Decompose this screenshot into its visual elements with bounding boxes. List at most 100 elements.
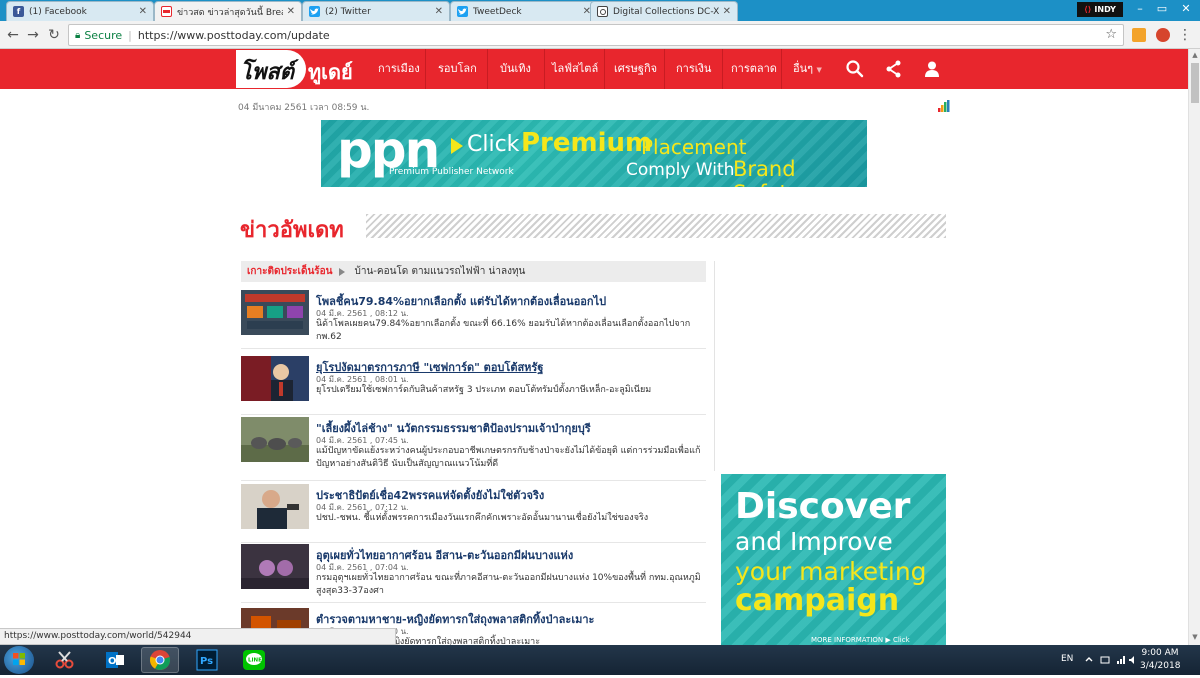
omnibox-separator: | bbox=[128, 28, 132, 42]
svg-text:O: O bbox=[108, 656, 117, 667]
start-button[interactable] bbox=[4, 646, 34, 674]
line-icon: LINE bbox=[243, 650, 265, 670]
news-summary: นิด้าโพลเผยคน79.84%อยากเลือกตั้ง ขณะที่ … bbox=[316, 319, 691, 342]
news-thumbnail[interactable] bbox=[241, 544, 309, 589]
scroll-up-icon[interactable]: ▲ bbox=[1190, 51, 1200, 59]
url-text[interactable]: https://www.posttoday.com/update bbox=[138, 29, 330, 42]
svg-text:Ps: Ps bbox=[200, 656, 213, 667]
input-language[interactable]: EN bbox=[1061, 654, 1073, 664]
tweetdeck-icon bbox=[457, 6, 468, 17]
hot-topic-link[interactable]: บ้าน-คอนโด ตามแนวรถไฟฟ้า น่าลงทุน bbox=[355, 264, 526, 279]
triangle-right-icon bbox=[338, 267, 345, 276]
nav-separator bbox=[604, 49, 605, 89]
extension-icon[interactable] bbox=[1156, 28, 1170, 42]
clock-time[interactable]: 9:00 AM bbox=[1140, 648, 1180, 658]
nav-item-world[interactable]: รอบโลก bbox=[438, 49, 477, 89]
tab-title: ข่าวสด ข่าวล่าสุดวันนี้ Breaking bbox=[177, 7, 283, 18]
nav-item-more[interactable]: อื่นๆ ▼ bbox=[793, 49, 822, 89]
close-tab-icon[interactable]: ✕ bbox=[435, 6, 443, 17]
stats-bars-icon[interactable] bbox=[938, 100, 950, 112]
nav-item-more-label: อื่นๆ bbox=[793, 62, 814, 75]
volume-icon[interactable] bbox=[1128, 655, 1138, 665]
close-tab-icon[interactable]: ✕ bbox=[723, 6, 731, 17]
ad-line-marketing: your marketing bbox=[735, 557, 927, 586]
forward-button[interactable]: → bbox=[24, 26, 42, 44]
back-button[interactable]: ← bbox=[4, 26, 22, 44]
search-icon[interactable] bbox=[845, 59, 865, 79]
tray-chevron-icon[interactable] bbox=[1084, 655, 1094, 665]
outlook-icon: O bbox=[106, 652, 124, 668]
minimize-button[interactable]: – bbox=[1130, 0, 1150, 16]
profile-badge[interactable]: ⟨⟩ INDY bbox=[1077, 2, 1123, 17]
scissors-icon bbox=[55, 651, 74, 669]
back-arrow-icon: ← bbox=[7, 27, 19, 43]
browser-tab-strip: f (1) Facebook ✕ ข่าวสด ข่าวล่าสุดวันนี้… bbox=[0, 0, 1200, 21]
vertical-scrollbar[interactable]: ▲ ▼ bbox=[1188, 49, 1200, 645]
network-icon[interactable] bbox=[1116, 655, 1126, 665]
news-divider bbox=[241, 348, 706, 349]
taskbar-app-chrome[interactable] bbox=[141, 647, 179, 673]
reload-button[interactable]: ↻ bbox=[45, 26, 63, 44]
news-summary: ปชป.-ชพน. ชี้แห่ตั้งพรรคการเมืองวันแรกคึ… bbox=[316, 513, 649, 523]
lock-icon: 🔒︎ bbox=[75, 29, 81, 41]
digital-collections-icon bbox=[597, 6, 608, 17]
play-arrow-icon bbox=[451, 138, 463, 154]
maximize-button[interactable]: ▭ bbox=[1152, 0, 1172, 16]
nav-item-economy[interactable]: เศรษฐกิจ bbox=[614, 49, 657, 89]
close-tab-icon[interactable]: ✕ bbox=[139, 6, 147, 17]
nav-item-entertainment[interactable]: บันเทิง bbox=[500, 49, 531, 89]
news-thumbnail[interactable] bbox=[241, 290, 309, 335]
tab-twitter[interactable]: (2) Twitter ✕ bbox=[302, 1, 450, 21]
news-summary: กรมอุตุฯเผยทั่วไทยอากาศร้อน ขณะที่ภาคอีส… bbox=[316, 573, 701, 596]
ad-line-campaign: campaign bbox=[735, 583, 900, 618]
news-item[interactable]: โพลชี้คน79.84%อยากเลือกตั้ง แต่รับได้หาก… bbox=[241, 290, 706, 350]
close-window-button[interactable]: ✕ bbox=[1176, 0, 1196, 16]
tab-facebook[interactable]: f (1) Facebook ✕ bbox=[6, 1, 154, 21]
taskbar-app-outlook[interactable]: O bbox=[96, 647, 134, 673]
address-bar[interactable]: 🔒︎ Secure | https://www.posttoday.com/up… bbox=[68, 24, 1124, 46]
nav-separator bbox=[487, 49, 488, 89]
clock-date[interactable]: 3/4/2018 bbox=[1140, 661, 1180, 671]
extension-icon[interactable] bbox=[1132, 28, 1146, 42]
browser-menu-icon[interactable]: ⋮ bbox=[1176, 26, 1194, 44]
scrollbar-thumb[interactable] bbox=[1191, 63, 1199, 103]
ppn-banner-ad[interactable]: ppn Premium Publisher Network Click Prem… bbox=[321, 120, 867, 187]
ppn-subtitle: Premium Publisher Network bbox=[389, 167, 514, 177]
scroll-down-icon[interactable]: ▼ bbox=[1190, 633, 1200, 641]
taskbar-app-photoshop[interactable]: Ps bbox=[188, 647, 226, 673]
tab-tweetdeck[interactable]: TweetDeck ✕ bbox=[450, 1, 598, 21]
tab-posttoday[interactable]: ข่าวสด ข่าวล่าสุดวันนี้ Breaking ✕ bbox=[154, 1, 302, 21]
news-thumbnail[interactable] bbox=[241, 484, 309, 529]
nav-item-lifestyle[interactable]: ไลฟ์สไตล์ bbox=[552, 49, 598, 89]
share-icon[interactable] bbox=[884, 59, 904, 79]
close-tab-icon[interactable]: ✕ bbox=[287, 6, 295, 17]
link-status-bubble: https://www.posttoday.com/world/542944 bbox=[0, 628, 396, 645]
nav-separator bbox=[544, 49, 545, 89]
action-center-icon[interactable] bbox=[1100, 655, 1110, 665]
site-logo[interactable]: โพสต์ ทูเดย์ bbox=[236, 50, 354, 88]
banner-click-text: Click bbox=[467, 132, 520, 157]
nav-item-marketing[interactable]: การตลาด bbox=[731, 49, 777, 89]
user-icon[interactable] bbox=[922, 59, 942, 79]
news-item[interactable]: ประชาธิปัตย์เชื่อ42พรรคแห่จัดตั้งยังไม่ใ… bbox=[241, 484, 706, 544]
news-item[interactable]: ยุโรปงัดมาตรการภาษี "เซฟการ์ด" ตอบโต้สหร… bbox=[241, 356, 706, 416]
logo-text-post: โพสต์ bbox=[240, 59, 295, 85]
svg-text:LINE: LINE bbox=[248, 658, 262, 664]
profile-name: INDY bbox=[1094, 5, 1116, 14]
nav-item-politics[interactable]: การเมือง bbox=[378, 49, 420, 89]
taskbar-app-snipping[interactable] bbox=[46, 647, 84, 673]
hot-topic-label[interactable]: เกาะติดประเด็นร้อน bbox=[247, 264, 333, 279]
bookmark-star-icon[interactable]: ☆ bbox=[1105, 27, 1117, 42]
tab-title: Digital Collections DC-X bbox=[613, 6, 719, 17]
tab-title: (1) Facebook bbox=[29, 6, 87, 17]
tab-digital-collections[interactable]: Digital Collections DC-X ✕ bbox=[590, 1, 738, 21]
taskbar-app-line[interactable]: LINE bbox=[235, 647, 273, 673]
news-item[interactable]: อุตุเผยทั่วไทยอากาศร้อน อีสาน-ตะวันออกมี… bbox=[241, 544, 706, 604]
discover-side-ad[interactable]: Discover and Improve your marketing camp… bbox=[721, 474, 946, 645]
news-thumbnail[interactable] bbox=[241, 356, 309, 401]
section-title-divider bbox=[366, 214, 946, 238]
news-item[interactable]: "เลี้ยงผึ้งไล่ช้าง" นวัตกรรมธรรมชาติป้อง… bbox=[241, 417, 706, 481]
nav-item-finance[interactable]: การเงิน bbox=[676, 49, 711, 89]
news-thumbnail[interactable] bbox=[241, 417, 309, 462]
news-divider bbox=[241, 414, 706, 415]
